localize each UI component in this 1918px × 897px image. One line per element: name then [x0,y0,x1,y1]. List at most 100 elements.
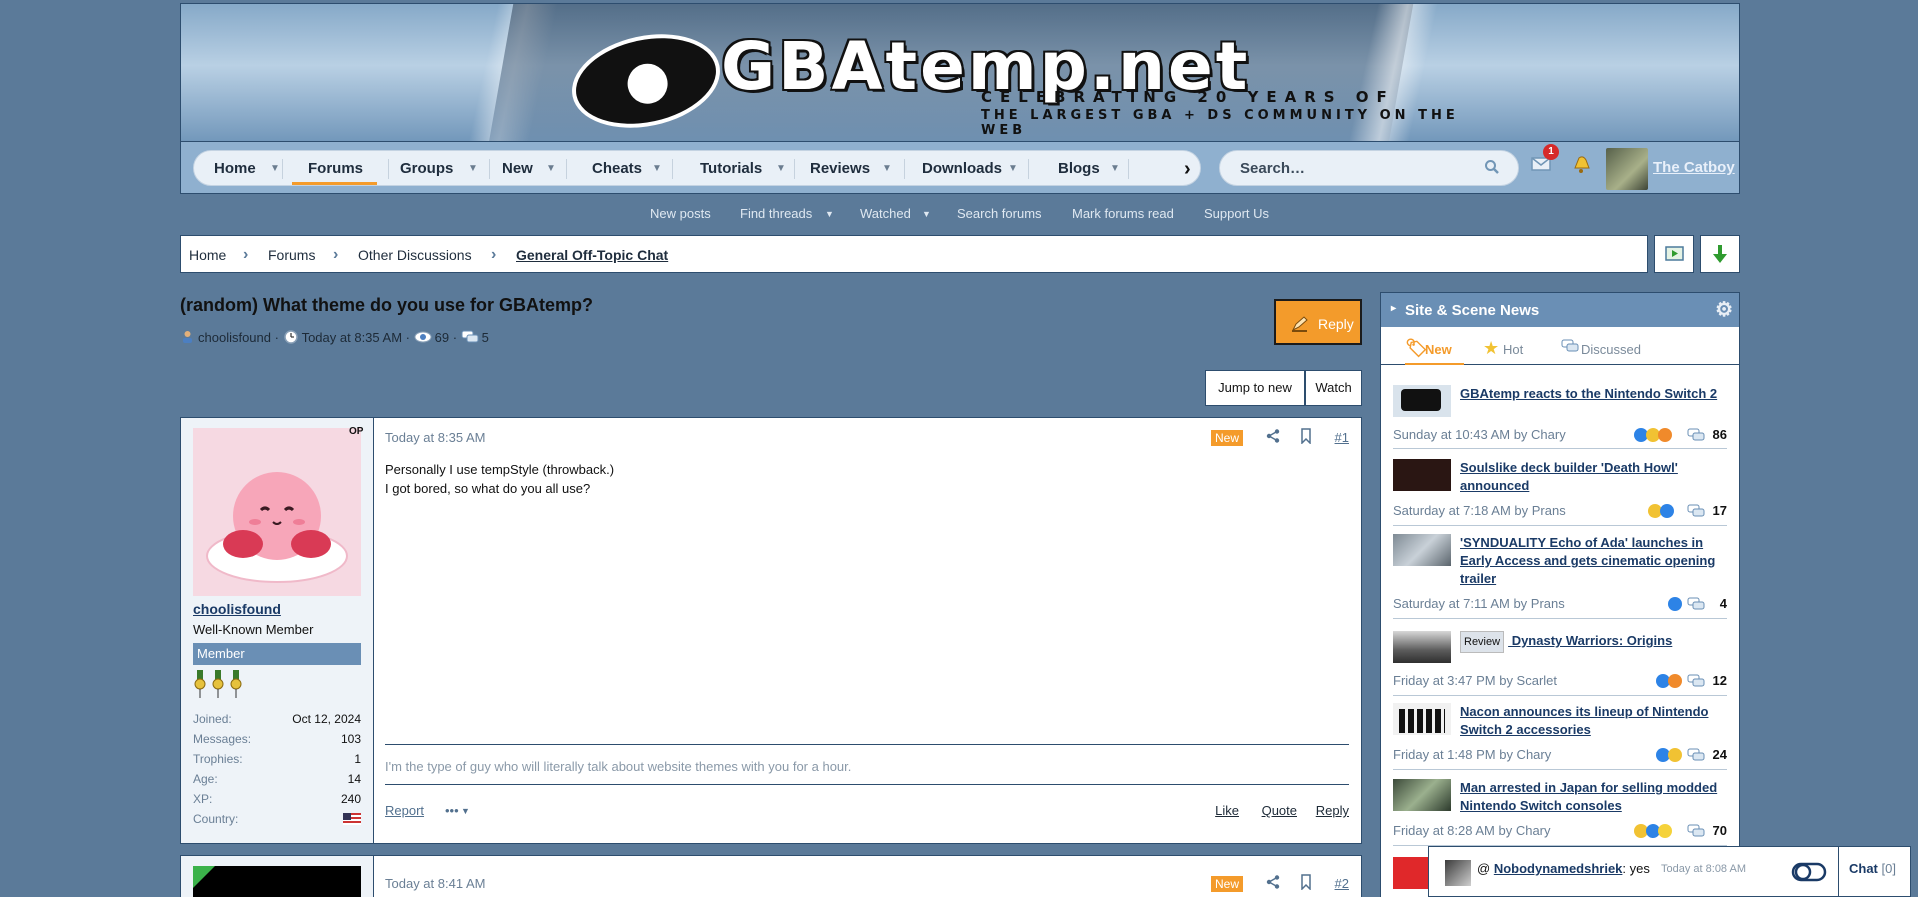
chevron-down-icon[interactable]: ▼ [468,151,478,187]
news-title-link[interactable]: Review Dynasty Warriors: Origins [1460,631,1727,653]
jump-to-new-button[interactable]: Jump to new [1205,370,1305,406]
breadcrumb-forums[interactable]: Forums [268,236,315,274]
nav-reviews[interactable]: Reviews ▼ [810,151,892,187]
chevron-down-icon[interactable]: ▼ [1110,151,1120,187]
post-timestamp[interactable]: Today at 8:35 AM [385,430,485,445]
chat-open-button[interactable]: Chat [0] [1849,861,1896,876]
jump-to-bottom-button[interactable] [1700,235,1740,273]
reactions-icon[interactable] [1655,673,1683,692]
stat-key: Country: [193,812,239,826]
gear-icon[interactable]: ⚙ [1715,297,1733,322]
news-divider [1393,769,1727,770]
chat-latest-message: @ Nobodynamedshriek: yes [1477,861,1650,876]
chevron-down-icon[interactable]: ▼ [776,151,786,187]
subnav-watched[interactable]: Watched [860,206,911,221]
chevron-down-icon[interactable]: ▼ [652,151,662,187]
chevron-down-icon[interactable]: ▼ [1008,151,1018,187]
reply-button[interactable]: Reply [1274,299,1362,345]
subnav-new-posts[interactable]: New posts [650,206,711,221]
subnav-find-threads[interactable]: Find threads [740,206,812,221]
tab-label: Discussed [1581,342,1641,357]
news-title-link[interactable]: Man arrested in Japan for selling modded… [1460,779,1727,815]
subnav-search-forums[interactable]: Search forums [957,206,1042,221]
widget-header[interactable]: ▸ Site & Scene News ⚙ [1381,293,1739,327]
thread-time-link[interactable]: Today at 8:35 AM [302,330,402,345]
news-thumbnail[interactable] [1393,385,1451,417]
chat-bar[interactable]: @ Nobodynamedshriek: yes Today at 8:08 A… [1428,846,1911,897]
op-badge: OP [349,426,364,437]
nav-new[interactable]: New ▼ [502,151,556,187]
reactions-icon[interactable] [1647,503,1675,522]
breadcrumb-home[interactable]: Home [189,236,226,274]
news-thumbnail[interactable] [1393,703,1451,735]
news-title-link[interactable]: 'SYNDUALITY Echo of Ada' launches in Ear… [1460,534,1727,588]
news-byline: Saturday at 7:18 AM by Prans [1393,503,1566,518]
news-title-link[interactable]: Soulslike deck builder 'Death Howl' anno… [1460,459,1727,495]
chevron-down-icon[interactable]: ▼ [546,151,556,187]
bell-icon[interactable] [1569,152,1597,180]
nav-tutorials[interactable]: Tutorials ▼ [700,151,786,187]
subnav-mark-read[interactable]: Mark forums read [1072,206,1174,221]
chevron-down-icon[interactable]: ▼ [922,209,931,219]
thread-author-link[interactable]: choolisfound [198,330,271,345]
reply-link[interactable]: Reply [1316,803,1349,818]
nav-cheats[interactable]: Cheats ▼ [592,151,662,187]
account-username-link[interactable]: The Catboy [1653,142,1735,194]
toggle-sidebar-button[interactable] [1654,235,1694,273]
logo-subtitle-1: CELEBRATING 20 YEARS OF [981,88,1395,106]
bookmark-icon[interactable] [1299,428,1313,447]
share-icon[interactable] [1265,429,1281,447]
user-avatar[interactable] [193,866,361,897]
reactions-icon[interactable] [1655,747,1683,766]
news-thumbnail[interactable] [1393,631,1451,663]
site-banner[interactable]: GBAtemp.net CELEBRATING 20 YEARS OF THE … [180,3,1740,142]
subnav-support-us[interactable]: Support Us [1204,206,1269,221]
chevron-right-icon[interactable]: › [1184,151,1191,187]
like-link[interactable]: Like [1215,803,1239,818]
quote-link[interactable]: Quote [1262,803,1297,818]
search-icon[interactable] [1484,159,1500,179]
reactions-icon[interactable] [1633,823,1673,842]
nav-forums[interactable]: Forums [291,151,378,187]
reactions-icon[interactable] [1667,596,1683,615]
tab-discussed[interactable]: Discussed [1561,327,1641,365]
user-avatar[interactable] [1606,148,1648,190]
post-number-link[interactable]: #1 [1335,430,1349,445]
post-number-link[interactable]: #2 [1335,876,1349,891]
user-avatar[interactable] [193,428,361,596]
breadcrumb-general-off-topic[interactable]: General Off-Topic Chat [516,236,668,274]
chat-user-avatar[interactable] [1445,860,1471,886]
chat-username-link[interactable]: Nobodynamedshriek [1494,861,1623,876]
tab-new[interactable]: 🏷 New [1405,327,1464,365]
nav-blogs[interactable]: Blogs ▼ [1058,151,1120,187]
watch-button[interactable]: Watch [1305,370,1362,406]
bookmark-icon[interactable] [1299,874,1313,893]
chevron-down-icon[interactable]: ▼ [825,209,834,219]
news-title-link[interactable]: Nacon announces its lineup of Nintendo S… [1460,703,1727,739]
nav-groups[interactable]: Groups ▼ [400,151,478,187]
tab-hot[interactable]: ★ Hot [1483,327,1523,365]
nav-home[interactable]: Home ▼ [214,151,280,187]
site-logo[interactable]: GBAtemp.net CELEBRATING 20 YEARS OF THE … [563,21,1471,141]
stat-value[interactable]: 1 [354,752,361,766]
report-link[interactable]: Report [385,803,424,818]
news-thumbnail[interactable] [1393,779,1451,811]
nav-downloads[interactable]: Downloads ▼ [922,151,1018,187]
search-input[interactable]: Search… [1219,150,1519,186]
post-username-link[interactable]: choolisfound [193,601,281,617]
pencil-icon [1290,315,1310,338]
more-options-icon[interactable]: ••• [445,803,459,818]
nav-downloads-label: Downloads [922,160,1003,177]
post-timestamp[interactable]: Today at 8:41 AM [385,876,485,891]
news-title-link[interactable]: GBAtemp reacts to the Nintendo Switch 2 [1460,385,1727,403]
news-thumbnail[interactable] [1393,534,1451,566]
share-icon[interactable] [1265,875,1281,893]
chevron-right-icon: › [491,246,497,263]
reactions-icon[interactable] [1633,427,1673,446]
breadcrumb-other-discussions[interactable]: Other Discussions [358,236,472,274]
news-thumbnail[interactable] [1393,459,1451,491]
chevron-down-icon[interactable]: ▼ [461,806,470,816]
chevron-down-icon[interactable]: ▼ [270,151,280,187]
chevron-down-icon[interactable]: ▼ [882,151,892,187]
chat-toggle-icon[interactable] [1791,862,1827,885]
